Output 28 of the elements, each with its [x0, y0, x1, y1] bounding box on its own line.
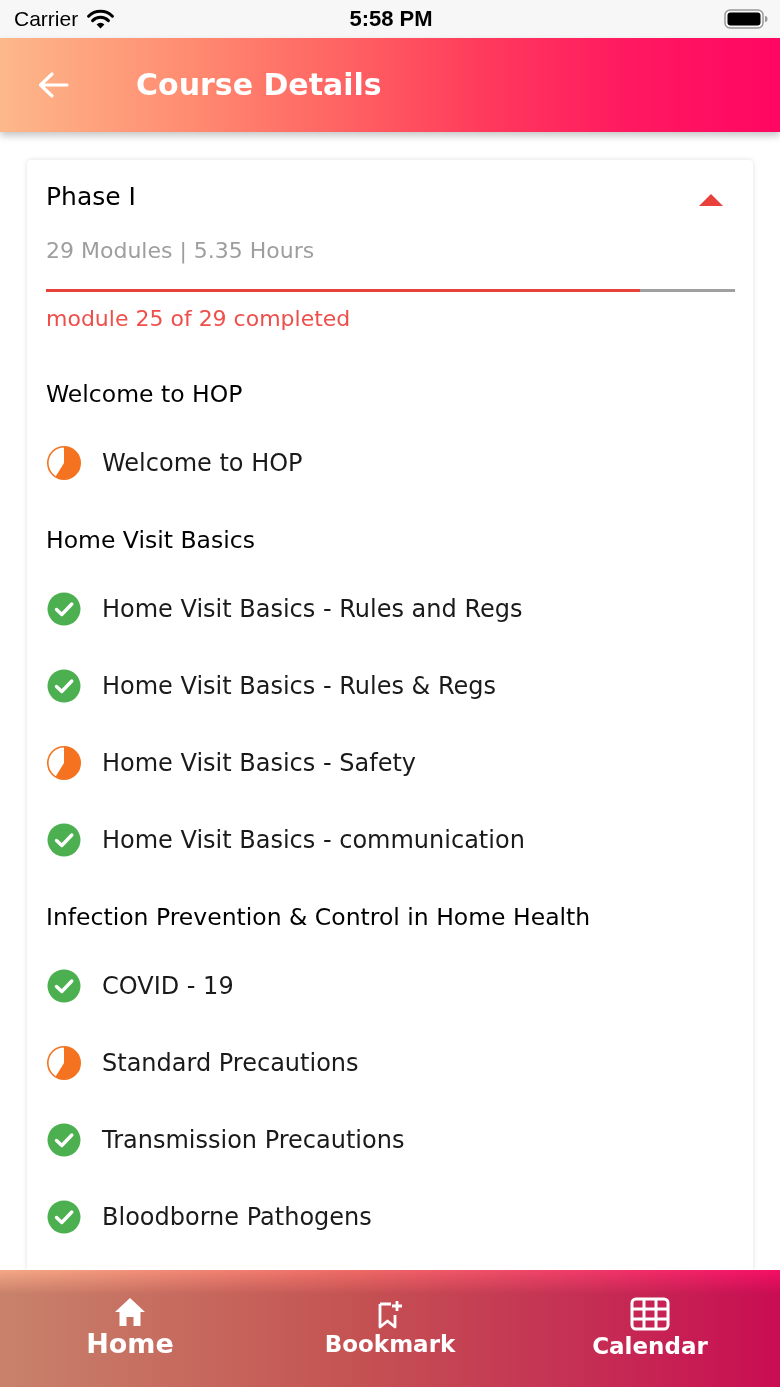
caret-up-icon[interactable]: [699, 194, 723, 206]
module-item[interactable]: Standard Precautions: [46, 1024, 735, 1101]
module-item[interactable]: Bloodborne Pathogens: [46, 1178, 735, 1255]
carrier-label: Carrier: [14, 7, 79, 31]
battery-icon: [724, 9, 768, 29]
module-item[interactable]: COVID - 19: [46, 947, 735, 1024]
progress-text: module 25 of 29 completed: [46, 305, 351, 333]
section-title: Welcome to HOP: [46, 379, 243, 410]
section-title: Infection Prevention & Control in Home Health: [46, 902, 591, 933]
nav-tab[interactable]: Home: [0, 1270, 260, 1387]
module-item[interactable]: Transmission Precautions: [46, 1101, 735, 1178]
wifi-icon: [87, 9, 115, 29]
phase-title: Phase I: [46, 181, 136, 211]
module-item[interactable]: Home Visit Basics - communication: [46, 801, 735, 878]
module-item[interactable]: Home Visit Basics - Rules & Regs: [46, 647, 735, 724]
section-title: Home Visit Basics: [46, 525, 255, 556]
grid-icon: [630, 1296, 670, 1331]
module-item[interactable]: Welcome to HOP: [46, 424, 735, 501]
phase-summary: 29 Modules | 5.35 Hours: [46, 237, 315, 266]
module-item[interactable]: Home Visit Basics - Safety: [46, 724, 735, 801]
bookmark-plus-icon: [377, 1298, 403, 1329]
status-time: 5:58 PM: [349, 6, 433, 32]
page-title: Course Details: [136, 66, 382, 104]
module-item[interactable]: Home Visit Basics - Rules and Regs: [46, 570, 735, 647]
back-arrow-icon: [37, 71, 69, 99]
home-icon: [114, 1296, 146, 1327]
nav-tab[interactable]: Calendar: [520, 1270, 780, 1387]
nav-tab[interactable]: Bookmark: [260, 1270, 520, 1387]
